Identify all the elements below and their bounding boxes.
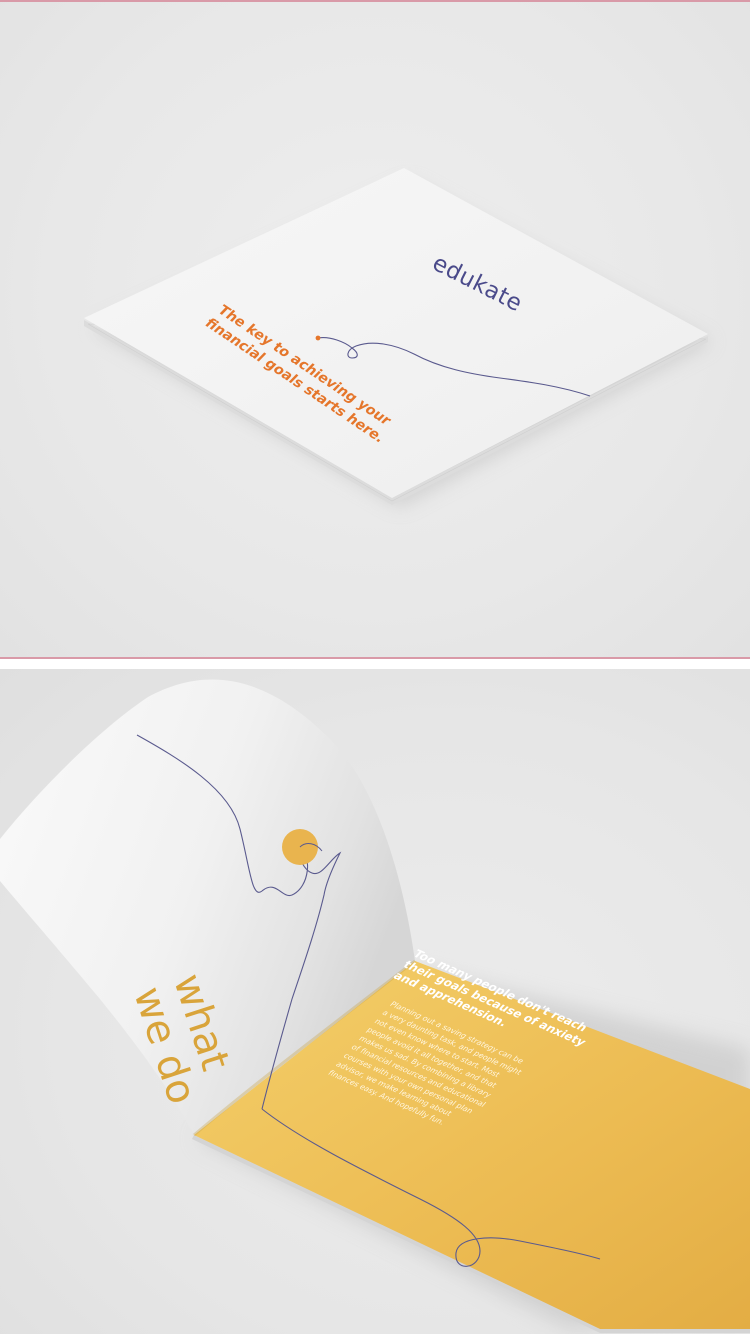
- closed-booklet-panel: edukate The key to achieving your financ…: [0, 2, 750, 657]
- mockup-page: edukate The key to achieving your financ…: [0, 0, 750, 1334]
- open-booklet-illustration: [0, 679, 750, 1333]
- closed-booklet-illustration: [84, 168, 712, 507]
- open-booklet-panel: what we do Too many people don't reach t…: [0, 669, 750, 1334]
- cover-dot: [315, 335, 321, 341]
- panel-gap: [0, 659, 750, 669]
